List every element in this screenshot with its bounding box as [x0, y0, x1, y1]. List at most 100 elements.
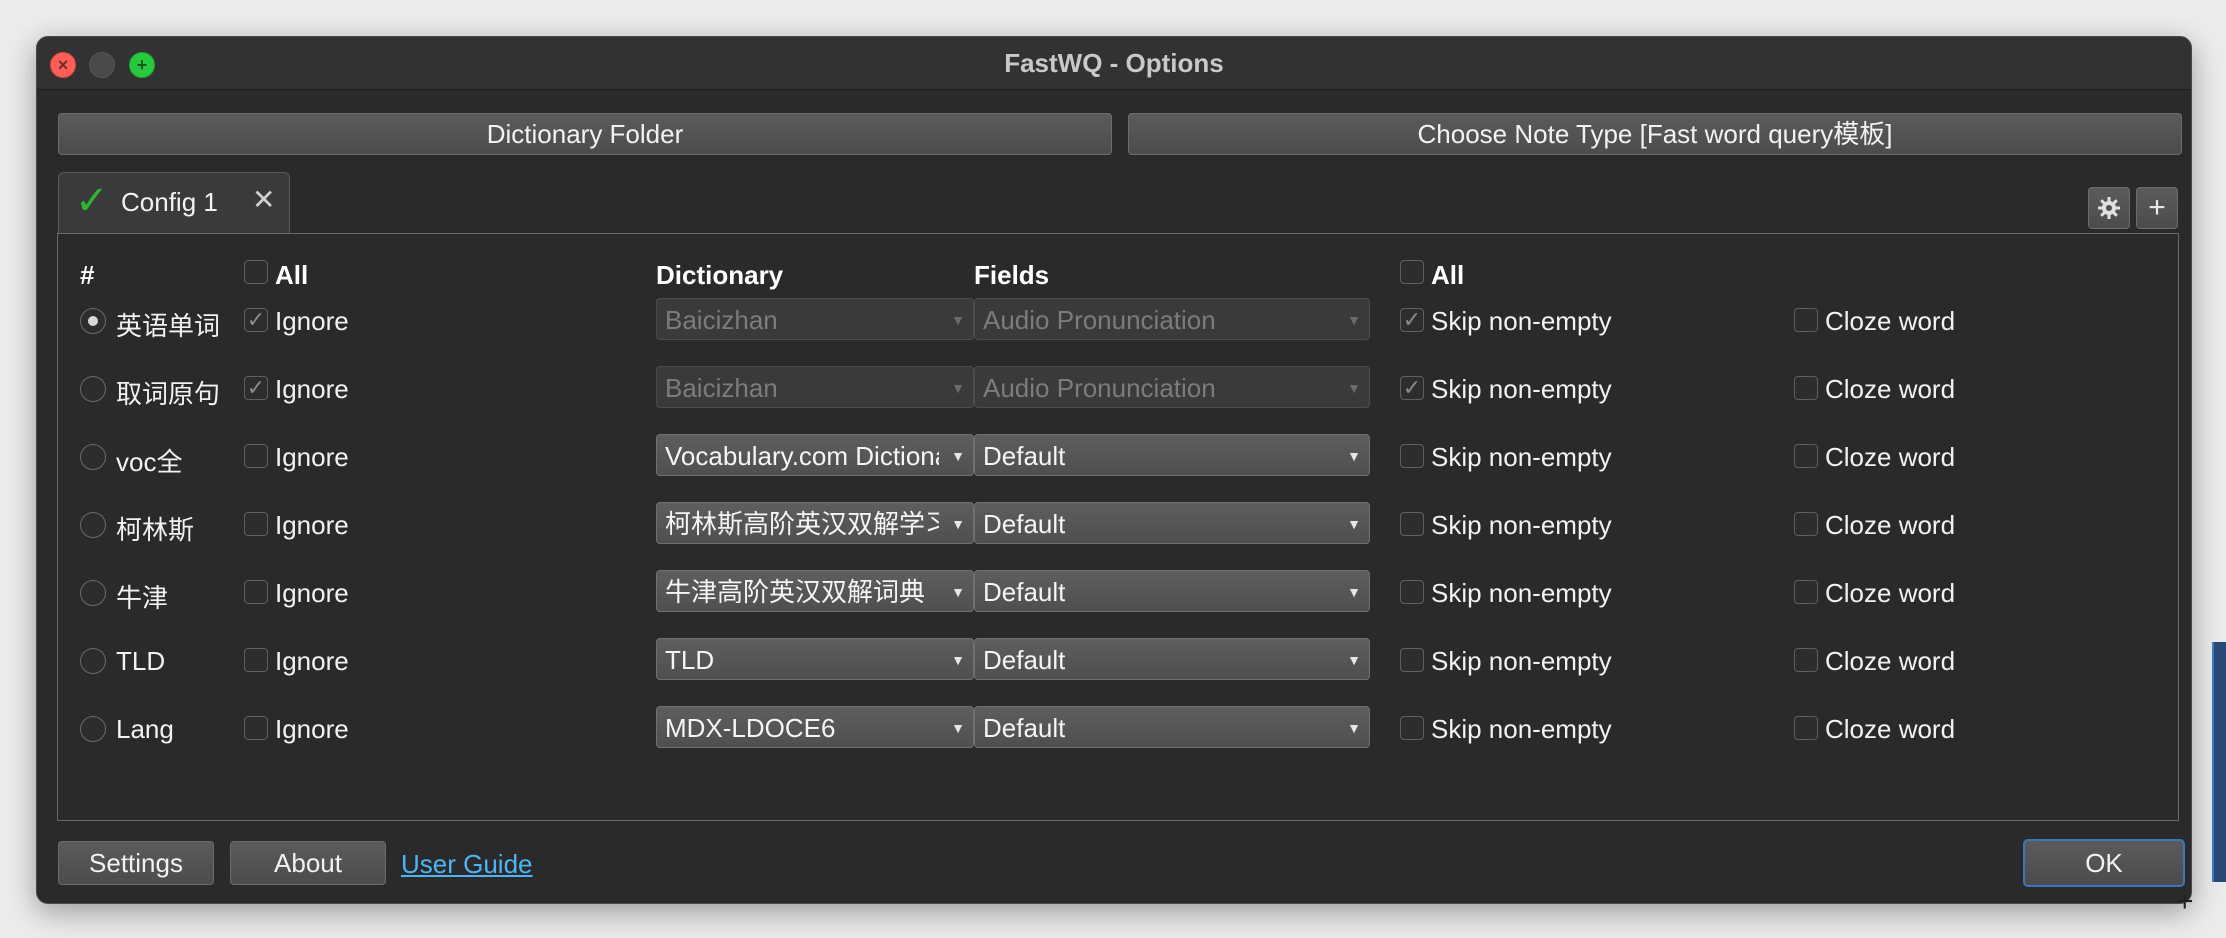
field-select[interactable]: Default ▼ — [974, 570, 1370, 612]
cloze-word-label: Cloze word — [1825, 510, 1956, 540]
ignore-checkbox[interactable] — [244, 716, 268, 740]
skip-non-empty-label: Skip non-empty — [1431, 442, 1612, 472]
ignore-checkbox[interactable] — [244, 444, 268, 468]
row-select-radio[interactable] — [80, 580, 106, 606]
row-name: 取词原句 — [116, 379, 221, 409]
cloze-word-checkbox[interactable] — [1794, 444, 1818, 468]
dictionary-select: Baicizhan ▼ — [656, 298, 974, 340]
row-select-radio[interactable] — [80, 444, 106, 470]
chevron-down-icon: ▼ — [1347, 516, 1361, 532]
field-select-value: Default — [983, 509, 1066, 539]
choose-note-type-button[interactable]: Choose Note Type [Fast word query模板] — [1128, 113, 2182, 155]
options-window: × + FastWQ - Options Dictionary Folder C… — [36, 36, 2192, 904]
dictionary-select[interactable]: TLD ▼ — [656, 638, 974, 680]
about-button[interactable]: About — [230, 841, 386, 885]
ignore-checkbox[interactable] — [244, 580, 268, 604]
cloze-word-checkbox[interactable] — [1794, 376, 1818, 400]
chevron-down-icon: ▼ — [1347, 312, 1361, 328]
settings-gear-button[interactable] — [2088, 187, 2130, 229]
ignore-checkbox[interactable] — [244, 512, 268, 536]
chevron-down-icon: ▼ — [951, 516, 965, 532]
ignore-all-checkbox[interactable] — [244, 260, 268, 284]
row-name: voc全 — [116, 447, 183, 477]
field-select: Audio Pronunciation ▼ — [974, 366, 1370, 408]
title-bar: × + FastWQ - Options — [37, 37, 2191, 90]
row-select-radio[interactable] — [80, 512, 106, 538]
skip-non-empty-checkbox[interactable] — [1400, 648, 1424, 672]
ignore-label: Ignore — [275, 578, 349, 608]
dictionary-select-value: MDX-LDOCE6 — [665, 713, 836, 743]
chevron-down-icon: ▼ — [1347, 448, 1361, 464]
tab-label: Config 1 — [121, 187, 218, 217]
row-select-radio[interactable] — [80, 308, 106, 334]
user-guide-link[interactable]: User Guide — [401, 849, 533, 880]
dictionary-select[interactable]: 柯林斯高阶英汉双解学习词典 ▼ — [656, 502, 974, 544]
field-select[interactable]: Default ▼ — [974, 638, 1370, 680]
dictionary-select-value: Baicizhan — [665, 373, 778, 403]
config-panel: # All Dictionary Fields All 英语单词 ✓ Ignore B… — [57, 233, 2179, 821]
row-name: 牛津 — [116, 583, 169, 613]
cursor-crosshair-icon: + — [2176, 885, 2194, 918]
close-tab-icon[interactable]: ✕ — [252, 183, 275, 216]
cloze-word-checkbox[interactable] — [1794, 580, 1818, 604]
skip-non-empty-label: Skip non-empty — [1431, 714, 1612, 744]
dictionary-select-value: Baicizhan — [665, 305, 778, 335]
skip-non-empty-label: Skip non-empty — [1431, 374, 1612, 404]
ignore-checkbox[interactable]: ✓ — [244, 376, 268, 400]
field-select[interactable]: Default ▼ — [974, 706, 1370, 748]
dictionary-folder-button[interactable]: Dictionary Folder — [58, 113, 1112, 155]
cloze-word-label: Cloze word — [1825, 306, 1956, 336]
plus-icon: + — [2148, 191, 2166, 224]
row-select-radio[interactable] — [80, 648, 106, 674]
dictionary-select-value: 柯林斯高阶英汉双解学习词典 — [665, 509, 939, 539]
cloze-word-checkbox[interactable] — [1794, 512, 1818, 536]
row-name: Lang — [116, 714, 174, 744]
dictionary-select[interactable]: 牛津高阶英汉双解词典 ▼ — [656, 570, 974, 612]
dictionary-select-value: TLD — [665, 645, 715, 675]
skip-non-empty-checkbox[interactable] — [1400, 580, 1424, 604]
field-select[interactable]: Default ▼ — [974, 434, 1370, 476]
ignore-checkbox[interactable]: ✓ — [244, 308, 268, 332]
cloze-word-checkbox[interactable] — [1794, 648, 1818, 672]
background-window-edge — [2212, 642, 2226, 882]
row-select-radio[interactable] — [80, 716, 106, 742]
row-name: 柯林斯 — [116, 515, 195, 545]
skip-all-checkbox[interactable] — [1400, 260, 1424, 284]
chevron-down-icon: ▼ — [951, 448, 965, 464]
chevron-down-icon: ▼ — [951, 380, 965, 396]
ignore-checkbox[interactable] — [244, 648, 268, 672]
chevron-down-icon: ▼ — [1347, 652, 1361, 668]
skip-non-empty-checkbox[interactable] — [1400, 444, 1424, 468]
cloze-word-checkbox[interactable] — [1794, 308, 1818, 332]
settings-button[interactable]: Settings — [58, 841, 214, 885]
dictionary-select-value: 牛津高阶英汉双解词典 — [665, 577, 926, 607]
field-select-value: Audio Pronunciation — [983, 373, 1216, 403]
chevron-down-icon: ▼ — [1347, 380, 1361, 396]
skip-all-label: All — [1431, 260, 1465, 290]
field-select[interactable]: Default ▼ — [974, 502, 1370, 544]
skip-non-empty-checkbox[interactable]: ✓ — [1400, 376, 1424, 400]
add-config-button[interactable]: + — [2136, 187, 2178, 229]
dictionary-select[interactable]: MDX-LDOCE6 ▼ — [656, 706, 974, 748]
dictionary-select: Baicizhan ▼ — [656, 366, 974, 408]
field-select-value: Audio Pronunciation — [983, 305, 1216, 335]
tab-config-1[interactable]: ✓ Config 1 ✕ — [58, 172, 290, 233]
chevron-down-icon: ▼ — [1347, 720, 1361, 736]
skip-non-empty-checkbox[interactable] — [1400, 716, 1424, 740]
field-select-value: Default — [983, 713, 1066, 743]
skip-non-empty-checkbox[interactable]: ✓ — [1400, 308, 1424, 332]
chevron-down-icon: ▼ — [1347, 584, 1361, 600]
ignore-label: Ignore — [275, 442, 349, 472]
skip-non-empty-checkbox[interactable] — [1400, 512, 1424, 536]
dictionary-select-value: Vocabulary.com Dictionary — [665, 441, 939, 471]
field-select-value: Default — [983, 645, 1066, 675]
cloze-word-label: Cloze word — [1825, 374, 1956, 404]
row-select-radio[interactable] — [80, 376, 106, 402]
column-header-dictionary: Dictionary — [656, 260, 784, 290]
ok-button[interactable]: OK — [2023, 839, 2185, 887]
column-header-fields: Fields — [974, 260, 1050, 290]
chevron-down-icon: ▼ — [951, 312, 965, 328]
cloze-word-label: Cloze word — [1825, 578, 1956, 608]
cloze-word-checkbox[interactable] — [1794, 716, 1818, 740]
dictionary-select[interactable]: Vocabulary.com Dictionary ▼ — [656, 434, 974, 476]
